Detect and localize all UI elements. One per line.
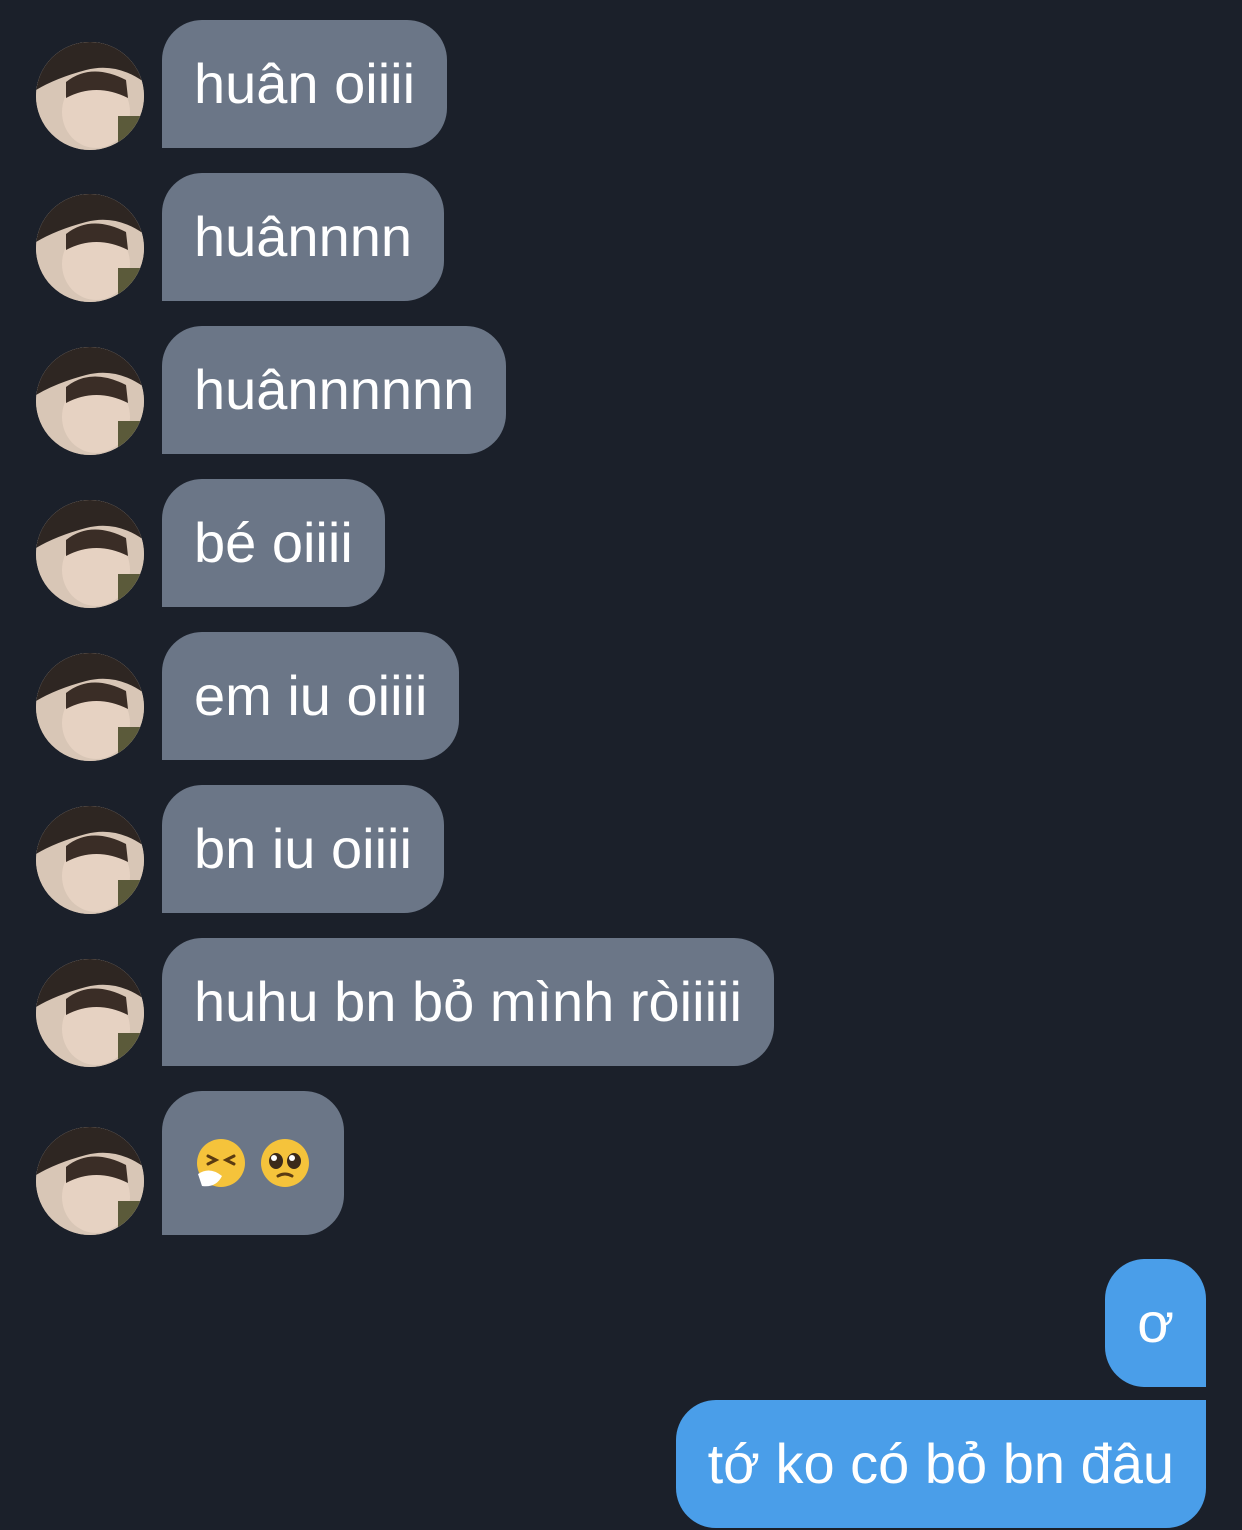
chat-thread: huân oiiii huânnnn huânnnnnn bé oiiii em… xyxy=(0,0,1242,1530)
incoming-message[interactable]: bé oiiii xyxy=(162,479,385,607)
message-text: bé oiiii xyxy=(194,511,353,574)
incoming-message[interactable]: huânnnnnn xyxy=(162,326,507,454)
message-text: tớ ko có bỏ bn đâu xyxy=(707,1432,1174,1495)
contact-avatar[interactable] xyxy=(36,42,144,150)
contact-avatar[interactable] xyxy=(36,806,144,914)
emoji-row xyxy=(194,1091,312,1235)
contact-avatar[interactable] xyxy=(36,959,144,1067)
pleading-face-emoji xyxy=(261,1139,309,1187)
message-text: em iu oiiii xyxy=(194,664,428,727)
avatar-photo-icon xyxy=(36,959,144,1067)
avatar-photo-icon xyxy=(36,347,144,455)
message-text: huân oiiii xyxy=(194,52,416,115)
outgoing-message[interactable]: ơ xyxy=(1105,1259,1206,1387)
avatar-photo-icon xyxy=(36,653,144,761)
avatar-photo-icon xyxy=(36,42,144,150)
outgoing-message[interactable]: tớ ko có bỏ bn đâu xyxy=(675,1400,1206,1528)
avatar-photo-icon xyxy=(36,194,144,302)
contact-avatar[interactable] xyxy=(36,194,144,302)
message-text: huhu bn bỏ mình ròiiiii xyxy=(194,970,742,1033)
incoming-message[interactable]: em iu oiiii xyxy=(162,632,460,760)
incoming-emoji-message[interactable] xyxy=(162,1091,344,1235)
avatar-photo-icon xyxy=(36,500,144,608)
sneezing-face-emoji xyxy=(197,1139,245,1187)
avatar-photo-icon xyxy=(36,806,144,914)
contact-avatar[interactable] xyxy=(36,1127,144,1235)
message-text: ơ xyxy=(1137,1291,1174,1354)
contact-avatar[interactable] xyxy=(36,347,144,455)
message-text: huânnnnnn xyxy=(194,358,475,421)
contact-avatar[interactable] xyxy=(36,500,144,608)
contact-avatar[interactable] xyxy=(36,653,144,761)
incoming-message[interactable]: bn iu oiiii xyxy=(162,785,444,913)
incoming-message[interactable]: huânnnn xyxy=(162,173,445,301)
message-text: huânnnn xyxy=(194,205,413,268)
incoming-message[interactable]: huân oiiii xyxy=(162,20,448,148)
message-text: bn iu oiiii xyxy=(194,817,412,880)
incoming-message[interactable]: huhu bn bỏ mình ròiiiii xyxy=(162,938,774,1066)
avatar-photo-icon xyxy=(36,1127,144,1235)
